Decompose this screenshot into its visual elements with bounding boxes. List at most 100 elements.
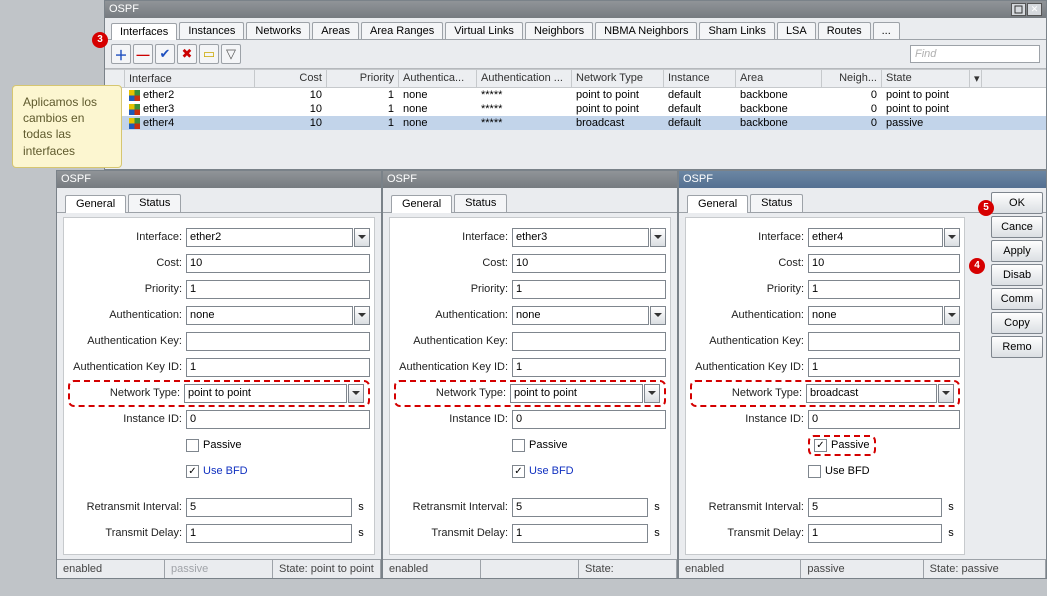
tab-nbma-neighbors[interactable]: NBMA Neighbors xyxy=(595,22,697,39)
ok-button[interactable]: OK xyxy=(991,192,1043,214)
tab-instances[interactable]: Instances xyxy=(179,22,244,39)
filter-button[interactable]: ▽ xyxy=(221,44,241,64)
remove-button-dialog[interactable]: Remo xyxy=(991,336,1043,358)
use-bfd-label[interactable]: Use BFD xyxy=(529,465,574,477)
passive-label[interactable]: Passive xyxy=(831,439,870,451)
passive-label[interactable]: Passive xyxy=(203,439,242,451)
col-priority[interactable]: Priority xyxy=(327,70,399,87)
dropdown-icon[interactable] xyxy=(348,384,364,403)
network-type-select[interactable]: point to point xyxy=(184,384,347,403)
interface-select[interactable]: ether2 xyxy=(186,228,353,247)
tab-status[interactable]: Status xyxy=(128,194,181,212)
tab-general[interactable]: General xyxy=(391,195,452,213)
add-button[interactable]: ＋ xyxy=(111,44,131,64)
dropdown-icon[interactable] xyxy=(944,228,960,247)
authkeyid-input[interactable]: 1 xyxy=(808,358,960,377)
authkey-input[interactable] xyxy=(512,332,666,351)
transmitdelay-input[interactable]: 1 xyxy=(186,524,352,543)
tab-interfaces[interactable]: Interfaces xyxy=(111,23,177,40)
network-type-select[interactable]: point to point xyxy=(510,384,643,403)
col-authkey[interactable]: Authentication ... xyxy=(477,70,572,87)
dropdown-icon[interactable] xyxy=(650,228,666,247)
col-cost[interactable]: Cost xyxy=(255,70,327,87)
retransmit-input[interactable]: 5 xyxy=(808,498,942,517)
instanceid-input[interactable]: 0 xyxy=(808,410,960,429)
dialog-titlebar[interactable]: OSPF xyxy=(679,171,1046,188)
cancel-button[interactable]: Cance xyxy=(991,216,1043,238)
tab-neighbors[interactable]: Neighbors xyxy=(525,22,593,39)
transmitdelay-input[interactable]: 1 xyxy=(808,524,942,543)
tab-virtual-links[interactable]: Virtual Links xyxy=(445,22,523,39)
col-auth[interactable]: Authentica... xyxy=(399,70,477,87)
cost-input[interactable]: 10 xyxy=(186,254,370,273)
enable-button[interactable]: ✔ xyxy=(155,44,175,64)
dialog-titlebar[interactable]: OSPF xyxy=(57,171,381,188)
dropdown-icon[interactable] xyxy=(944,306,960,325)
tab-general[interactable]: General xyxy=(687,195,748,213)
use-bfd-label[interactable]: Use BFD xyxy=(203,465,248,477)
use-bfd-checkbox[interactable] xyxy=(512,465,525,478)
col-network-type[interactable]: Network Type xyxy=(572,70,664,87)
tab-networks[interactable]: Networks xyxy=(246,22,310,39)
authkeyid-input[interactable]: 1 xyxy=(186,358,370,377)
passive-checkbox[interactable] xyxy=(814,439,827,452)
col-state[interactable]: State xyxy=(882,70,970,87)
table-row[interactable]: P ether4 10 1 none ***** broadcast defau… xyxy=(105,116,1046,130)
cost-input[interactable]: 10 xyxy=(808,254,960,273)
network-type-select[interactable]: broadcast xyxy=(806,384,937,403)
priority-input[interactable]: 1 xyxy=(186,280,370,299)
disable-button-dialog[interactable]: Disab xyxy=(991,264,1043,286)
window-titlebar[interactable]: OSPF ✕ xyxy=(105,1,1046,18)
tab-routes[interactable]: Routes xyxy=(818,22,871,39)
dropdown-icon[interactable] xyxy=(650,306,666,325)
copy-button[interactable]: Copy xyxy=(991,312,1043,334)
use-bfd-label[interactable]: Use BFD xyxy=(825,465,870,477)
col-interface[interactable]: Interface xyxy=(125,70,255,87)
authkey-input[interactable] xyxy=(808,332,960,351)
auth-select[interactable]: none xyxy=(186,306,353,325)
tab-status[interactable]: Status xyxy=(454,194,507,212)
tab-area-ranges[interactable]: Area Ranges xyxy=(361,22,443,39)
tab-more[interactable]: ... xyxy=(873,22,900,39)
tab-lsa[interactable]: LSA xyxy=(777,22,816,39)
dialog-titlebar[interactable]: OSPF xyxy=(383,171,677,188)
priority-input[interactable]: 1 xyxy=(512,280,666,299)
window-min-button[interactable] xyxy=(1011,3,1026,16)
col-area[interactable]: Area xyxy=(736,70,822,87)
dropdown-icon[interactable] xyxy=(354,228,370,247)
passive-label[interactable]: Passive xyxy=(529,439,568,451)
retransmit-input[interactable]: 5 xyxy=(186,498,352,517)
dropdown-icon[interactable] xyxy=(354,306,370,325)
transmitdelay-input[interactable]: 1 xyxy=(512,524,648,543)
dropdown-icon[interactable] xyxy=(644,384,660,403)
disable-button[interactable]: ✖ xyxy=(177,44,197,64)
interface-select[interactable]: ether3 xyxy=(512,228,649,247)
authkey-input[interactable] xyxy=(186,332,370,351)
tab-areas[interactable]: Areas xyxy=(312,22,359,39)
cost-input[interactable]: 10 xyxy=(512,254,666,273)
col-neigh[interactable]: Neigh... xyxy=(822,70,882,87)
instanceid-input[interactable]: 0 xyxy=(186,410,370,429)
tab-sham-links[interactable]: Sham Links xyxy=(699,22,774,39)
comment-button-dialog[interactable]: Comm xyxy=(991,288,1043,310)
remove-button[interactable]: — xyxy=(133,44,153,64)
passive-checkbox[interactable] xyxy=(512,439,525,452)
instanceid-input[interactable]: 0 xyxy=(512,410,666,429)
authkeyid-input[interactable]: 1 xyxy=(512,358,666,377)
col-more[interactable]: ▾ xyxy=(970,70,982,87)
tab-status[interactable]: Status xyxy=(750,194,803,212)
table-row[interactable]: ether3 10 1 none ***** point to point de… xyxy=(105,102,1046,116)
apply-button[interactable]: Apply xyxy=(991,240,1043,262)
table-row[interactable]: ether2 10 1 none ***** point to point de… xyxy=(105,88,1046,102)
retransmit-input[interactable]: 5 xyxy=(512,498,648,517)
priority-input[interactable]: 1 xyxy=(808,280,960,299)
interface-select[interactable]: ether4 xyxy=(808,228,943,247)
dropdown-icon[interactable] xyxy=(938,384,954,403)
find-input[interactable]: Find xyxy=(910,45,1040,63)
col-instance[interactable]: Instance xyxy=(664,70,736,87)
tab-general[interactable]: General xyxy=(65,195,126,213)
window-close-button[interactable]: ✕ xyxy=(1027,3,1042,16)
comment-button[interactable]: ▭ xyxy=(199,44,219,64)
use-bfd-checkbox[interactable] xyxy=(186,465,199,478)
auth-select[interactable]: none xyxy=(512,306,649,325)
